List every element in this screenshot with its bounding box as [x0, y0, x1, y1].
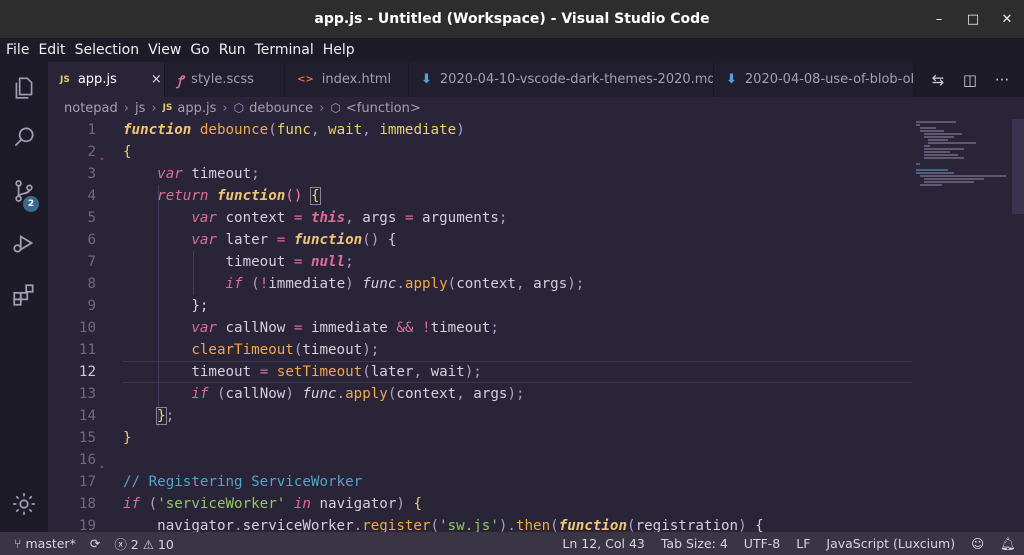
- run-debug-icon[interactable]: [0, 219, 48, 267]
- code-line: 6 var later = function() {: [87, 232, 397, 248]
- code-line: 4 return function() {: [87, 187, 321, 205]
- notifications-bell-icon[interactable]: 🔔︎: [1000, 536, 1016, 552]
- breadcrumb-inner[interactable]: <function>: [346, 101, 421, 116]
- tab-label: 2020-04-08-use-of-blob-obje: [744, 72, 914, 87]
- tab-style-scss[interactable]: ꝭ style.scss: [165, 62, 285, 97]
- minimize-button[interactable]: –: [922, 0, 956, 38]
- activity-bar: 2: [0, 62, 48, 532]
- source-control-icon[interactable]: 2: [0, 167, 48, 215]
- code-line: 14 };: [78, 407, 175, 425]
- maximize-button[interactable]: □: [956, 0, 990, 38]
- download-icon: ⬇: [726, 72, 737, 87]
- scss-icon: ꝭ: [177, 73, 184, 89]
- breadcrumb-subfolder[interactable]: js: [135, 101, 145, 116]
- problems-status[interactable]: ⓧ 2 ⚠ 10: [114, 534, 174, 553]
- code-line: 13 if (callNow) func.apply(context, args…: [78, 386, 525, 402]
- settings-gear-icon[interactable]: [0, 480, 48, 528]
- code-line: 18 if ('serviceWorker' in navigator) {: [78, 496, 423, 512]
- branch-status[interactable]: ⑂ master*: [14, 536, 76, 551]
- end-of-line[interactable]: LF: [796, 536, 810, 551]
- breadcrumb-file[interactable]: app.js: [177, 101, 216, 116]
- code-line: 10 var callNow = immediate && !timeout;: [78, 320, 499, 336]
- language-mode[interactable]: JavaScript (Luxcium): [826, 536, 955, 551]
- code-line-current: 12 timeout = setTimeout(later, wait);: [48, 361, 912, 383]
- code-line: 19 navigator.serviceWorker.register('sw.…: [78, 518, 764, 532]
- tab-label: app.js: [77, 72, 117, 87]
- tab-label: 2020-04-10-vscode-dark-themes-2020.md: [439, 72, 714, 87]
- error-icon: ⓧ: [114, 537, 131, 552]
- cursor-position[interactable]: Ln 12, Col 43: [562, 536, 644, 551]
- tab-index-html[interactable]: <> index.html: [285, 62, 409, 97]
- sync-icon[interactable]: ⟳: [90, 536, 100, 551]
- scrollbar-thumb[interactable]: [1012, 119, 1024, 214]
- symbol-method-icon: ⬡: [330, 101, 341, 115]
- chevron-right-icon: ›: [151, 100, 157, 116]
- code-line: 15}: [78, 430, 132, 446]
- extensions-icon[interactable]: [0, 271, 48, 319]
- title-bar: app.js - Untitled (Workspace) - Visual S…: [0, 0, 1024, 38]
- tab-markdown-dark-themes[interactable]: ⬇ 2020-04-10-vscode-dark-themes-2020.md: [409, 62, 714, 97]
- menu-edit[interactable]: Edit: [34, 38, 69, 62]
- window-title: app.js - Untitled (Workspace) - Visual S…: [314, 11, 710, 27]
- symbol-method-icon: ⬡: [233, 101, 245, 115]
- menu-view[interactable]: View: [144, 38, 185, 62]
- download-icon: ⬇: [421, 72, 432, 87]
- encoding[interactable]: UTF-8: [744, 536, 780, 551]
- breadcrumb-folder[interactable]: notepad: [64, 101, 118, 116]
- search-icon[interactable]: [0, 113, 48, 161]
- editor-tab-bar: JS app.js × ꝭ style.scss <> index.html ⬇…: [48, 62, 1024, 97]
- minimap[interactable]: [912, 119, 1012, 532]
- warning-icon: ⚠: [142, 537, 158, 552]
- breadcrumb: notepad › js › JS app.js › ⬡ debounce › …: [48, 97, 1024, 119]
- menu-run[interactable]: Run: [215, 38, 250, 62]
- status-bar: ⑂ master* ⟳ ⓧ 2 ⚠ 10 Ln 12, Col 43 Tab S…: [0, 532, 1024, 555]
- menu-bar: File Edit Selection View Go Run Terminal…: [0, 38, 1024, 62]
- js-file-icon: JS: [162, 103, 173, 113]
- code-line: 17// Registering ServiceWorker: [78, 474, 363, 490]
- menu-selection[interactable]: Selection: [71, 38, 144, 62]
- chevron-right-icon: ›: [222, 100, 228, 116]
- code-line: 9 };: [87, 298, 209, 314]
- code-line: 11 clearTimeout(timeout);: [78, 342, 380, 358]
- code-line: 16 ▸: [48, 449, 912, 471]
- tab-label: index.html: [321, 72, 392, 87]
- explorer-icon[interactable]: [0, 64, 48, 112]
- js-file-icon: JS: [60, 74, 70, 85]
- chevron-right-icon: ›: [123, 100, 129, 116]
- tab-app-js[interactable]: JS app.js ×: [48, 62, 165, 97]
- editor-actions: ⇆ ◫ ···: [916, 62, 1024, 97]
- code-line: 8 if (!immediate) func.apply(context, ar…: [87, 276, 585, 292]
- vertical-scrollbar[interactable]: [1012, 119, 1024, 532]
- close-window-button[interactable]: ✕: [990, 0, 1024, 38]
- git-branch-icon: ⑂: [14, 536, 26, 551]
- tab-markdown-blob[interactable]: ⬇ 2020-04-08-use-of-blob-obje: [714, 62, 914, 97]
- chevron-right-icon: ›: [319, 100, 325, 116]
- feedback-icon[interactable]: ☺: [971, 536, 984, 551]
- more-actions-icon[interactable]: ···: [986, 62, 1018, 97]
- html-file-icon: <>: [297, 74, 314, 85]
- code-line: 2 ▸{: [48, 141, 912, 163]
- breadcrumb-symbol[interactable]: debounce: [249, 101, 313, 116]
- scm-badge: 2: [23, 196, 39, 212]
- close-tab-icon[interactable]: ×: [151, 72, 162, 87]
- menu-terminal[interactable]: Terminal: [251, 38, 318, 62]
- tab-size[interactable]: Tab Size: 4: [661, 536, 728, 551]
- compare-changes-icon[interactable]: ⇆: [922, 62, 954, 97]
- split-editor-icon[interactable]: ◫: [954, 62, 986, 97]
- menu-help[interactable]: Help: [319, 38, 359, 62]
- code-line: 1 function debounce(func, wait, immediate…: [87, 122, 465, 138]
- tab-label: style.scss: [191, 72, 254, 87]
- menu-go[interactable]: Go: [186, 38, 213, 62]
- code-line: 5 var context = this, args = arguments;: [87, 210, 508, 226]
- code-editor[interactable]: 1 function debounce(func, wait, immediate…: [48, 119, 912, 532]
- code-line: 3 var timeout;: [87, 166, 260, 182]
- menu-file[interactable]: File: [2, 38, 33, 62]
- code-line: 7 timeout = null;: [87, 254, 354, 270]
